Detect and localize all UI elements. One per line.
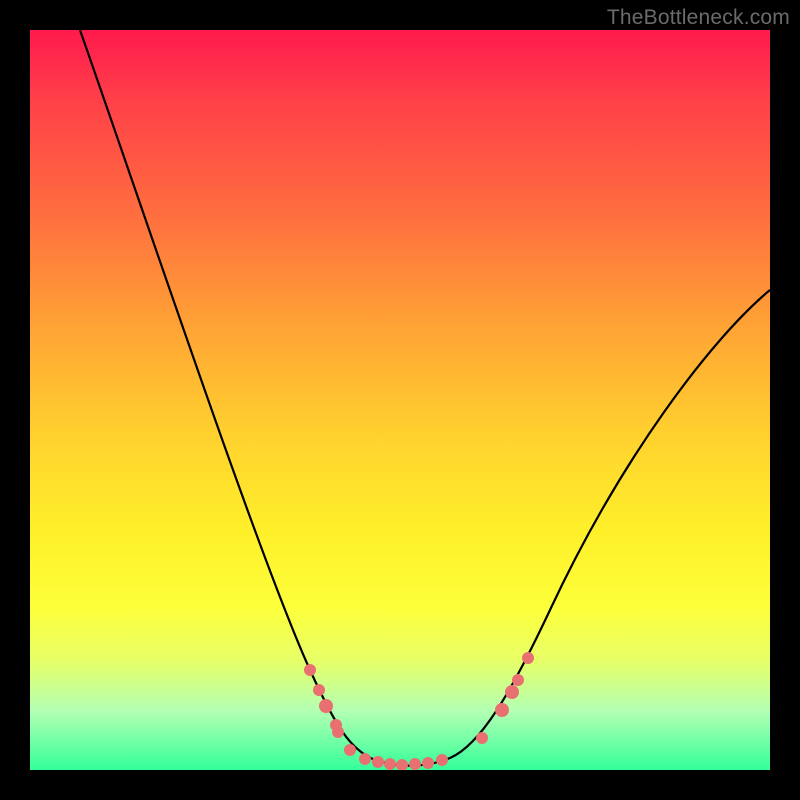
bottleneck-curve [80, 30, 770, 766]
plot-area [30, 30, 770, 770]
marker-dot [476, 732, 488, 744]
marker-dot [313, 684, 325, 696]
marker-dot [319, 699, 333, 713]
marker-dot [409, 758, 421, 770]
marker-dot [332, 726, 344, 738]
marker-dot [422, 757, 434, 769]
marker-dot [495, 703, 509, 717]
marker-dot [505, 685, 519, 699]
marker-dot [396, 759, 408, 770]
marker-dot [372, 756, 384, 768]
marker-dot [384, 758, 396, 770]
marker-dot [304, 664, 316, 676]
marker-dot [522, 652, 534, 664]
marker-dot [512, 674, 524, 686]
marker-dot [436, 754, 448, 766]
watermark-text: TheBottleneck.com [607, 6, 790, 30]
marker-group [304, 652, 534, 770]
marker-dot [359, 753, 371, 765]
marker-dot [344, 744, 356, 756]
chart-svg [30, 30, 770, 770]
